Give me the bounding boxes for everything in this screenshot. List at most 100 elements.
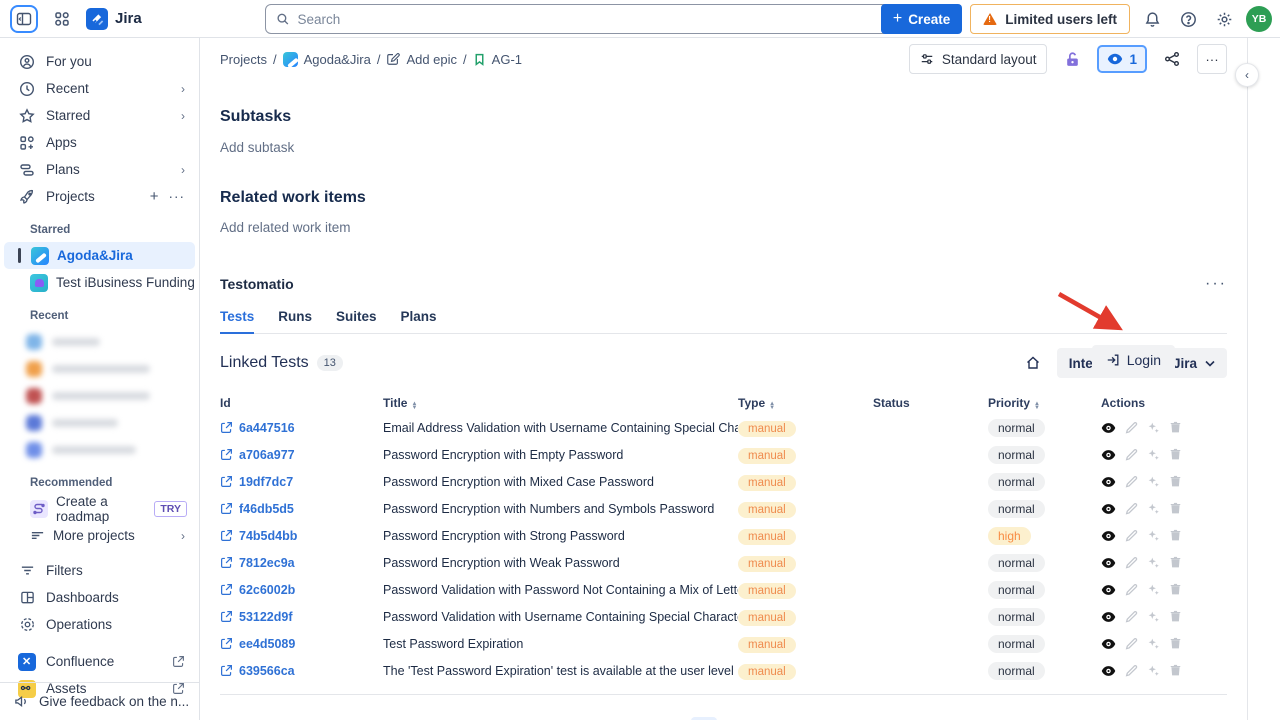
edit-test-button[interactable]	[1125, 529, 1138, 542]
ai-test-button[interactable]	[1147, 610, 1160, 623]
notifications-button[interactable]	[1138, 5, 1166, 33]
sidebar-item-plans[interactable]: Plans ›	[4, 156, 195, 183]
view-test-button[interactable]	[1101, 665, 1116, 677]
view-test-button[interactable]	[1101, 638, 1116, 650]
recent-item-blurred[interactable]	[0, 328, 199, 355]
edit-test-button[interactable]	[1125, 502, 1138, 515]
jira-brand[interactable]: Jira	[86, 8, 142, 30]
tab-suites[interactable]: Suites	[336, 309, 377, 333]
app-switcher-button[interactable]	[48, 5, 76, 33]
delete-test-button[interactable]	[1169, 664, 1182, 677]
ai-test-button[interactable]	[1147, 475, 1160, 488]
share-button[interactable]	[1157, 44, 1187, 74]
add-subtask-link[interactable]: Add subtask	[220, 140, 1227, 155]
watchers-button[interactable]: 1	[1097, 45, 1147, 73]
edit-test-button[interactable]	[1125, 421, 1138, 434]
limited-users-button[interactable]: Limited users left	[970, 4, 1130, 34]
sidebar-item-more-projects[interactable]: More projects ›	[4, 522, 195, 549]
ai-test-button[interactable]	[1147, 583, 1160, 596]
delete-test-button[interactable]	[1169, 556, 1182, 569]
sidebar-item-projects[interactable]: Projects + ···	[4, 183, 195, 210]
settings-button[interactable]	[1210, 5, 1238, 33]
test-id-link[interactable]: 53122d9f	[220, 610, 383, 624]
sidebar-item-recent[interactable]: Recent ›	[4, 75, 195, 102]
view-test-button[interactable]	[1101, 422, 1116, 434]
login-button[interactable]: Login	[1092, 345, 1175, 375]
collapse-panel-button[interactable]: ‹	[1235, 63, 1259, 87]
add-related-item-link[interactable]: Add related work item	[220, 220, 1227, 235]
sidebar-item-filters[interactable]: Filters	[4, 557, 195, 584]
ai-test-button[interactable]	[1147, 664, 1160, 677]
sidebar-item-operations[interactable]: Operations	[4, 611, 195, 638]
col-header-id[interactable]: Id	[220, 396, 383, 410]
ai-test-button[interactable]	[1147, 448, 1160, 461]
edit-test-button[interactable]	[1125, 448, 1138, 461]
view-test-button[interactable]	[1101, 611, 1116, 623]
test-id-link[interactable]: ee4d5089	[220, 637, 383, 651]
tab-tests[interactable]: Tests	[220, 309, 254, 334]
breadcrumb-project[interactable]: Agoda&Jira	[283, 52, 371, 67]
breadcrumb-epic[interactable]: Add epic	[386, 52, 457, 67]
view-test-button[interactable]	[1101, 449, 1116, 461]
test-id-link[interactable]: a706a977	[220, 448, 383, 462]
test-id-link[interactable]: 74b5d4bb	[220, 529, 383, 543]
delete-test-button[interactable]	[1169, 637, 1182, 650]
view-test-button[interactable]	[1101, 530, 1116, 542]
edit-test-button[interactable]	[1125, 556, 1138, 569]
sidebar-item-for-you[interactable]: For you	[4, 48, 195, 75]
ai-test-button[interactable]	[1147, 637, 1160, 650]
breadcrumb-issue[interactable]: AG-1	[473, 52, 522, 67]
add-project-button[interactable]: +	[150, 188, 159, 205]
col-header-type[interactable]: Type▲▼	[738, 396, 873, 410]
test-id-link[interactable]: 62c6002b	[220, 583, 383, 597]
delete-test-button[interactable]	[1169, 448, 1182, 461]
search-input[interactable]	[298, 12, 909, 27]
recent-item-blurred[interactable]	[0, 355, 199, 382]
standard-layout-button[interactable]: Standard layout	[909, 44, 1048, 74]
test-id-link[interactable]: 7812ec9a	[220, 556, 383, 570]
edit-test-button[interactable]	[1125, 475, 1138, 488]
create-button[interactable]: + Create	[881, 4, 962, 34]
test-id-link[interactable]: 6a447516	[220, 421, 383, 435]
give-feedback-button[interactable]: Give feedback on the n...	[0, 682, 199, 720]
unlock-button[interactable]	[1057, 44, 1087, 74]
view-test-button[interactable]	[1101, 503, 1116, 515]
test-id-link[interactable]: 639566ca	[220, 664, 383, 678]
sidebar-item-apps[interactable]: Apps	[4, 129, 195, 156]
projects-more-button[interactable]: ···	[169, 189, 186, 204]
sidebar-item-dashboards[interactable]: Dashboards	[4, 584, 195, 611]
edit-test-button[interactable]	[1125, 637, 1138, 650]
test-id-link[interactable]: 19df7dc7	[220, 475, 383, 489]
global-search[interactable]	[265, 4, 920, 34]
ai-test-button[interactable]	[1147, 502, 1160, 515]
home-icon[interactable]	[1025, 355, 1041, 371]
sidebar-item-starred[interactable]: Starred ›	[4, 102, 195, 129]
col-header-status[interactable]: Status	[873, 396, 988, 410]
edit-test-button[interactable]	[1125, 664, 1138, 677]
delete-test-button[interactable]	[1169, 529, 1182, 542]
delete-test-button[interactable]	[1169, 583, 1182, 596]
recent-item-blurred[interactable]	[0, 409, 199, 436]
help-button[interactable]	[1174, 5, 1202, 33]
recent-item-blurred[interactable]	[0, 436, 199, 463]
delete-test-button[interactable]	[1169, 610, 1182, 623]
sidebar-project-test-ibusiness[interactable]: Test iBusiness Funding	[4, 269, 195, 296]
col-header-title[interactable]: Title▲▼	[383, 396, 738, 410]
user-avatar[interactable]: YB	[1246, 6, 1272, 32]
edit-test-button[interactable]	[1125, 610, 1138, 623]
view-test-button[interactable]	[1101, 557, 1116, 569]
view-test-button[interactable]	[1101, 476, 1116, 488]
recent-item-blurred[interactable]	[0, 382, 199, 409]
ai-test-button[interactable]	[1147, 556, 1160, 569]
delete-test-button[interactable]	[1169, 421, 1182, 434]
view-test-button[interactable]	[1101, 584, 1116, 596]
edit-test-button[interactable]	[1125, 583, 1138, 596]
tab-plans[interactable]: Plans	[401, 309, 437, 333]
ai-test-button[interactable]	[1147, 421, 1160, 434]
tab-runs[interactable]: Runs	[278, 309, 312, 333]
page-more-button[interactable]: ···	[1197, 44, 1227, 74]
sidebar-project-agoda-jira[interactable]: Agoda&Jira	[4, 242, 195, 269]
sidebar-toggle-button[interactable]	[10, 5, 38, 33]
ai-test-button[interactable]	[1147, 529, 1160, 542]
delete-test-button[interactable]	[1169, 475, 1182, 488]
